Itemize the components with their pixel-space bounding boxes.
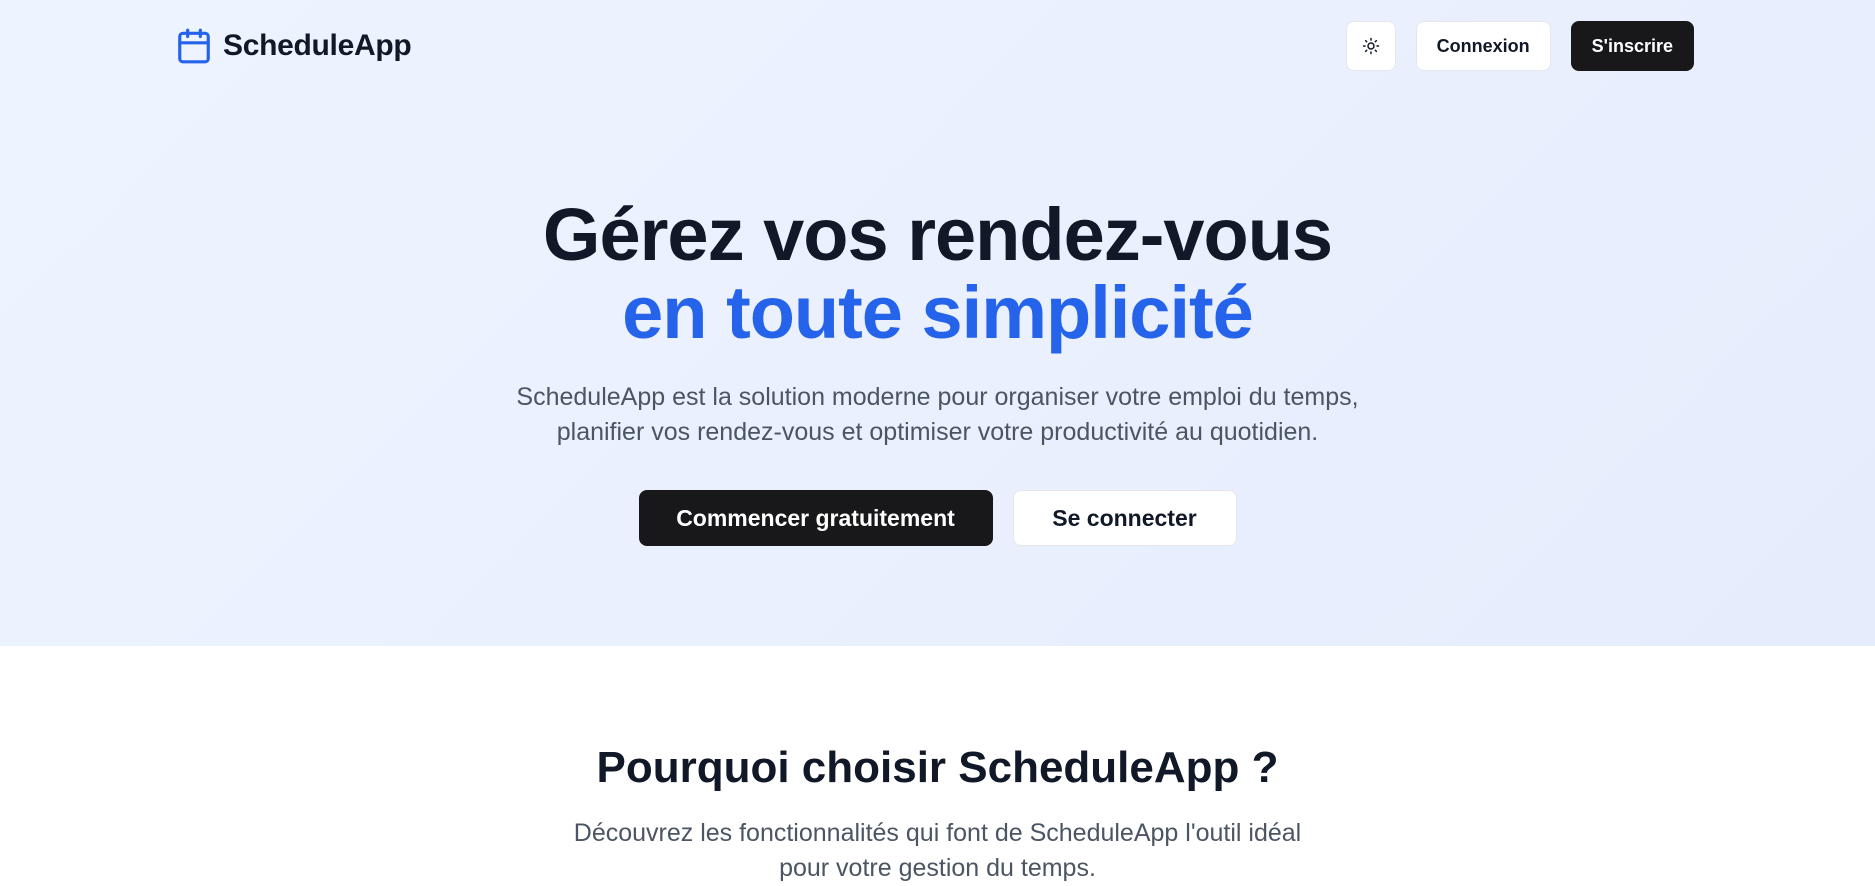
hero-subtitle-line2: planifier vos rendez-vous et optimiser v… (556, 418, 1319, 446)
login-button[interactable]: Connexion (1415, 21, 1551, 71)
hero-title: Gérez vos rendez-vous en toute simplicit… (0, 196, 1875, 352)
sign-in-button[interactable]: Se connecter (1012, 490, 1237, 546)
features-subtitle-line1: Découvrez les fonctionnalités qui font d… (573, 819, 1302, 847)
hero-title-highlight: en toute simplicité (622, 271, 1254, 354)
hero-subtitle-line1: ScheduleApp est la solution moderne pour… (516, 383, 1359, 411)
signup-button[interactable]: S'inscrire (1570, 21, 1694, 71)
features-title: Pourquoi choisir ScheduleApp ? (596, 743, 1279, 792)
top-navbar: ScheduleApp Connexion S'inscrire (0, 0, 1875, 92)
hero-cta-group: Commencer gratuitement Se connecter (0, 490, 1875, 546)
calendar-icon (178, 28, 210, 64)
hero-section: ScheduleApp Connexion S'inscrire Gérez v… (0, 0, 1875, 646)
sun-icon (1362, 37, 1379, 55)
features-subtitle-line2: pour votre gestion du temps. (779, 854, 1096, 882)
brand-logo[interactable]: ScheduleApp (175, 26, 412, 66)
hero-subtitle: ScheduleApp est la solution moderne pour… (0, 380, 1875, 450)
hero-title-line1: Gérez vos rendez-vous (542, 193, 1333, 276)
header-actions: Connexion S'inscrire (1345, 21, 1694, 71)
theme-toggle-button[interactable] (1345, 21, 1396, 71)
brand-name: ScheduleApp (223, 29, 412, 62)
start-free-button[interactable]: Commencer gratuitement (638, 490, 993, 546)
features-subtitle: Découvrez les fonctionnalités qui font d… (0, 816, 1875, 886)
